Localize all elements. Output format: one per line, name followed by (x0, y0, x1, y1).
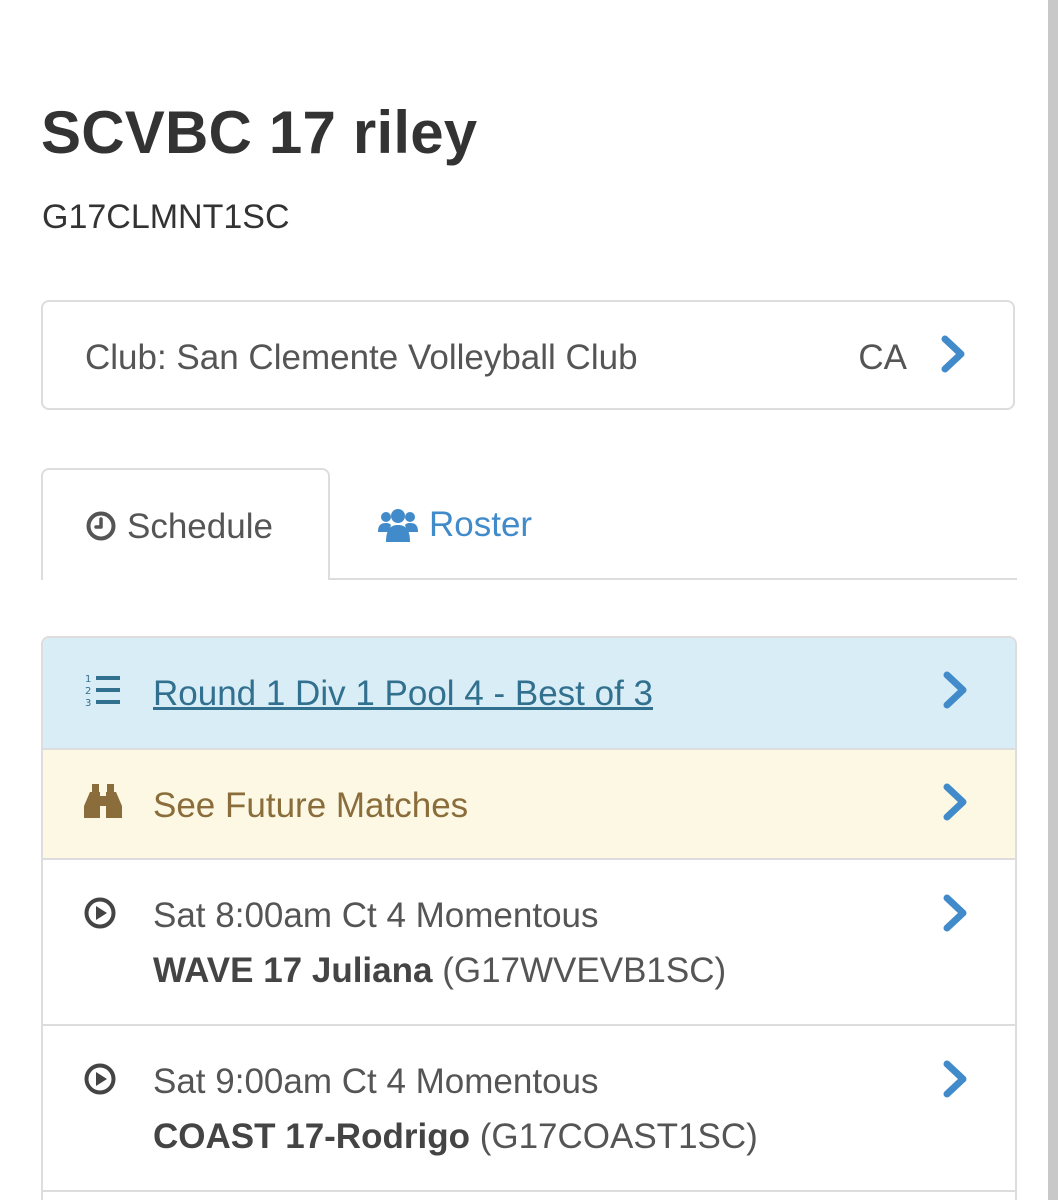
list-item-pool[interactable]: 1 2 3 Round 1 Div 1 Pool 4 - Best of 3 (43, 638, 1015, 750)
svg-text:1: 1 (85, 674, 91, 685)
match-opponent: COAST 17-Rodrigo (G17COAST1SC) (153, 1117, 758, 1157)
clock-icon (86, 511, 116, 541)
team-page: SCVBC 17 riley G17CLMNT1SC Club: San Cle… (0, 0, 1058, 1200)
club-state: CA (858, 338, 907, 377)
future-matches-label: See Future Matches (153, 786, 469, 825)
tab-roster[interactable]: Roster (377, 468, 577, 580)
chevron-right-icon (943, 671, 967, 709)
opponent-name: WAVE 17 Juliana (153, 951, 433, 990)
play-circle-icon (84, 1063, 116, 1095)
tab-schedule-label: Schedule (127, 507, 273, 546)
opponent-name: COAST 17-Rodrigo (153, 1117, 470, 1156)
club-link[interactable]: Club: San Clemente Volleyball Club CA (41, 300, 1015, 410)
tab-bar: Schedule Roster (41, 468, 1017, 580)
match-time: Sat 8:00am Ct 4 Momentous (153, 896, 599, 935)
scrollbar[interactable] (1048, 0, 1058, 1200)
chevron-right-icon (941, 335, 965, 373)
schedule-list: 1 2 3 Round 1 Div 1 Pool 4 - Best of 3 S… (41, 636, 1017, 1200)
svg-text:3: 3 (85, 698, 91, 709)
club-label: Club: San Clemente Volleyball Club (85, 338, 638, 377)
chevron-right-icon (943, 1060, 967, 1098)
users-icon (378, 509, 418, 542)
chevron-right-icon (943, 894, 967, 932)
team-code: G17CLMNT1SC (42, 198, 290, 236)
match-opponent: WAVE 17 Juliana (G17WVEVB1SC) (153, 951, 726, 991)
opponent-code: (G17WVEVB1SC) (442, 951, 727, 990)
match-row[interactable]: Sat 9:00am Ct 4 Momentous COAST 17-Rodri… (43, 1026, 1015, 1192)
pool-link[interactable]: Round 1 Div 1 Pool 4 - Best of 3 (153, 674, 653, 714)
match-time: Sat 9:00am Ct 4 Momentous (153, 1062, 599, 1101)
match-row[interactable]: Sat 8:00am Ct 4 Momentous WAVE 17 Julian… (43, 860, 1015, 1026)
svg-text:2: 2 (85, 686, 91, 697)
ordered-list-icon: 1 2 3 (85, 674, 120, 709)
tab-schedule[interactable]: Schedule (41, 468, 330, 580)
play-circle-icon (84, 897, 116, 929)
binoculars-icon (84, 784, 122, 818)
opponent-code: (G17COAST1SC) (479, 1117, 758, 1156)
chevron-right-icon (943, 783, 967, 821)
tab-roster-label: Roster (429, 505, 533, 544)
page-title: SCVBC 17 riley (41, 99, 478, 166)
list-item-future-matches[interactable]: See Future Matches (43, 750, 1015, 860)
